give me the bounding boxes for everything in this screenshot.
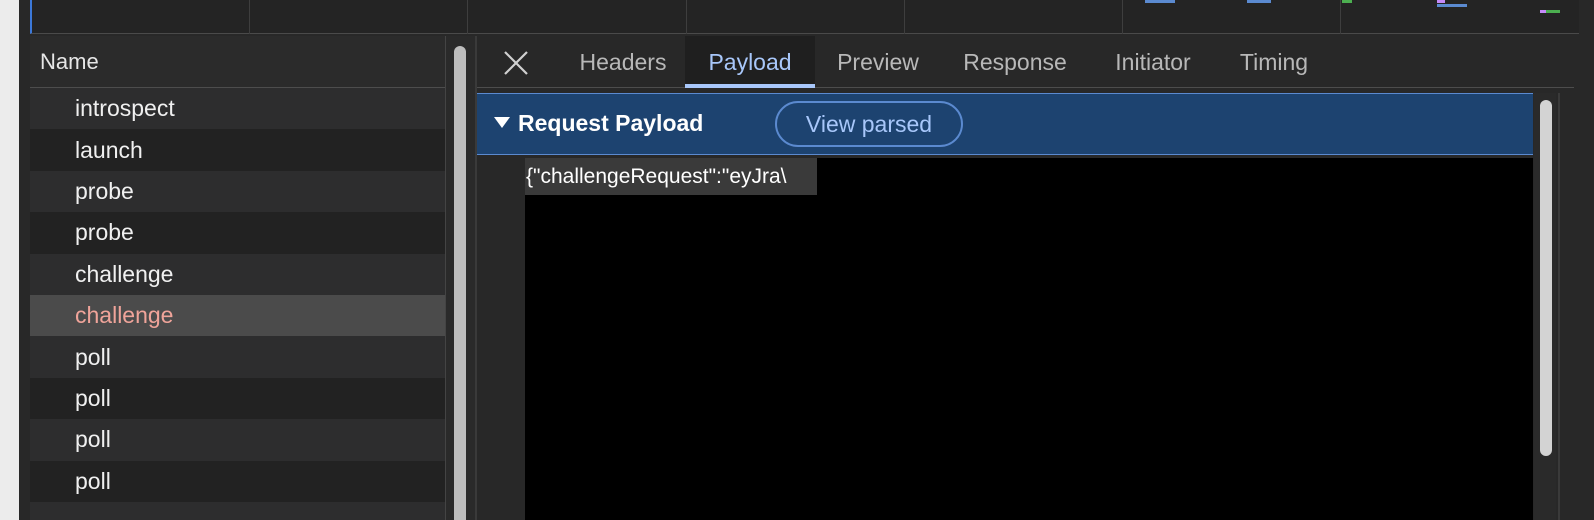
- network-panel: Name introspect launch probe probe chall…: [19, 0, 1594, 520]
- overview-divider: [1122, 0, 1123, 34]
- tab-label: Preview: [837, 48, 919, 75]
- request-list-scrollbar[interactable]: [446, 36, 476, 520]
- name-column-header[interactable]: Name: [30, 36, 445, 88]
- request-payload-section-header[interactable]: Request Payload View parsed: [477, 93, 1533, 155]
- tab-headers[interactable]: Headers: [561, 36, 685, 88]
- request-row-selected[interactable]: challenge: [30, 294, 445, 337]
- request-name: challenge: [75, 302, 174, 329]
- tab-label: Payload: [708, 48, 792, 75]
- request-name: challenge: [75, 260, 174, 287]
- request-row[interactable]: probe: [30, 170, 445, 213]
- scrollbar-thumb[interactable]: [454, 46, 466, 520]
- tab-timing[interactable]: Timing: [1217, 36, 1331, 88]
- request-row[interactable]: introspect: [30, 88, 445, 130]
- tab-label: Timing: [1239, 48, 1309, 75]
- tab-payload[interactable]: Payload: [685, 36, 815, 88]
- request-name: launch: [75, 136, 143, 163]
- tab-preview[interactable]: Preview: [815, 36, 941, 88]
- overview-divider: [1340, 0, 1341, 34]
- request-row[interactable]: probe: [30, 212, 445, 254]
- request-name: introspect: [75, 95, 175, 122]
- expand-triangle-icon[interactable]: [494, 117, 510, 128]
- section-title: Request Payload: [518, 110, 704, 136]
- overview-divider: [904, 0, 905, 34]
- request-row-partial[interactable]: [30, 501, 445, 520]
- request-row[interactable]: challenge: [30, 253, 445, 295]
- devtools-screenshot: Name introspect launch probe probe chall…: [0, 0, 1594, 520]
- raw-payload-text[interactable]: {"challengeRequest":"eyJra\: [525, 158, 817, 195]
- tab-initiator[interactable]: Initiator: [1089, 36, 1217, 88]
- overview-request-mark: [1342, 0, 1352, 3]
- pane-edge: [1558, 93, 1560, 520]
- payload-body: {"challengeRequest":"eyJra\: [477, 155, 1533, 520]
- request-name: poll: [75, 467, 111, 494]
- request-list: Name introspect launch probe probe chall…: [30, 36, 445, 520]
- overview-request-mark: [1437, 4, 1467, 7]
- request-name: probe: [75, 177, 134, 204]
- timeline-overview[interactable]: [30, 0, 1579, 34]
- overview-divider: [686, 0, 687, 34]
- request-name: poll: [75, 384, 111, 411]
- overview-request-mark: [1145, 0, 1175, 3]
- request-row[interactable]: launch: [30, 129, 445, 171]
- request-name: poll: [75, 426, 111, 453]
- tab-label: Response: [963, 48, 1067, 75]
- request-name: probe: [75, 219, 134, 246]
- tab-response[interactable]: Response: [941, 36, 1089, 88]
- scrollbar-thumb[interactable]: [1540, 100, 1552, 456]
- close-icon[interactable]: [499, 46, 533, 80]
- column-header-label: Name: [40, 48, 99, 74]
- tab-label: Initiator: [1115, 48, 1191, 75]
- request-row[interactable]: poll: [30, 336, 445, 378]
- details-scrollbar[interactable]: [1534, 93, 1556, 520]
- request-row[interactable]: poll: [30, 460, 445, 502]
- overview-request-mark: [1540, 10, 1546, 13]
- request-name: poll: [75, 343, 111, 370]
- request-row[interactable]: poll: [30, 419, 445, 461]
- details-tabbar: Headers Payload Preview Response Initiat…: [477, 36, 1574, 88]
- overview-divider: [467, 0, 468, 34]
- tab-label: Headers: [579, 48, 667, 75]
- view-parsed-button[interactable]: View parsed: [775, 101, 963, 147]
- request-row[interactable]: poll: [30, 377, 445, 420]
- redacted-block: [525, 158, 1533, 520]
- overview-request-mark: [1437, 0, 1445, 3]
- overview-request-mark: [1247, 0, 1271, 3]
- request-details-pane: Headers Payload Preview Response Initiat…: [477, 36, 1594, 520]
- button-label: View parsed: [805, 110, 933, 137]
- overview-divider: [249, 0, 250, 34]
